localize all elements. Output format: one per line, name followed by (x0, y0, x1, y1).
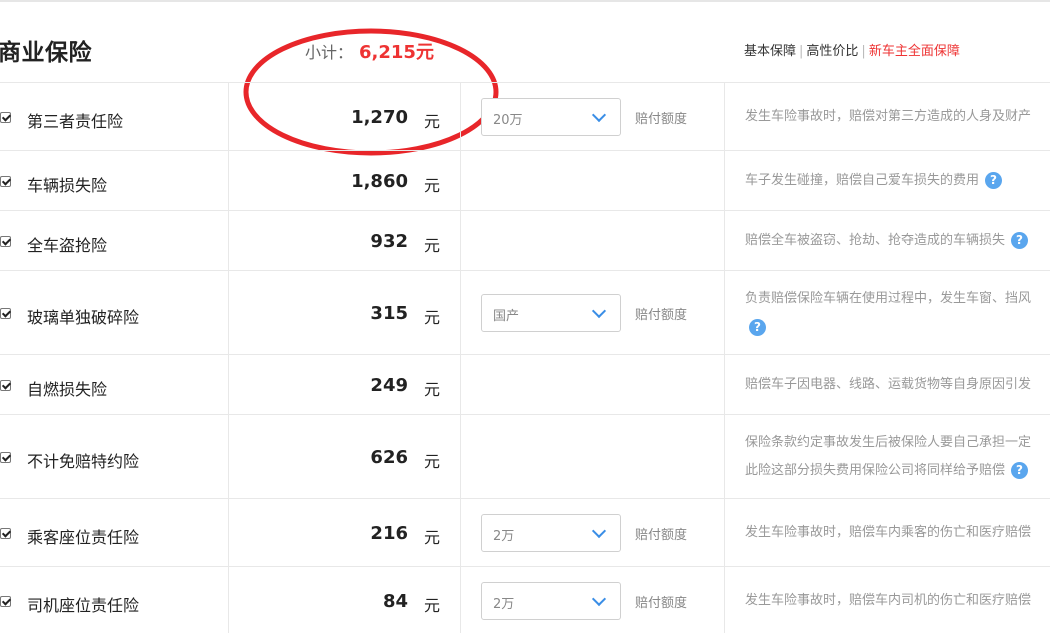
premium-amount: 1,860 (351, 171, 408, 192)
insurance-name: 玻璃单独破碎险 (27, 308, 140, 327)
coverage-label: 赔付额度 (635, 308, 688, 323)
plan-new-owner[interactable]: 新车主全面保障 (869, 44, 960, 59)
premium-amount: 1,270 (351, 107, 408, 128)
description-text: 赔偿全车被盗窃、抢劫、抢夺造成的车辆损失 (745, 233, 1006, 248)
row-checkbox[interactable] (0, 596, 11, 607)
coverage-select[interactable]: 2万 (481, 514, 621, 552)
subtotal-label: 小计： (305, 43, 354, 62)
subtotal-value: 6,215元 (359, 42, 434, 63)
table-row: 第三者责任险 1,270 元 20万 赔付额度 发生车险事故时，赔偿对第三方造成… (0, 82, 1050, 151)
description-text: 此险这部分损失费用保险公司将同样给予赔偿 (745, 463, 1006, 478)
insurance-name: 乘客座位责任险 (27, 528, 140, 547)
table-row: 司机座位责任险 84 元 2万 赔付额度 发生车险事故时，赔偿车内司机的伤亡和医… (0, 566, 1050, 634)
row-checkbox[interactable] (0, 308, 11, 319)
coverage-select[interactable]: 2万 (481, 582, 621, 620)
row-checkbox[interactable] (0, 176, 11, 187)
coverage-select-value: 国产 (493, 309, 520, 324)
chevron-down-icon (591, 523, 607, 539)
chevron-down-icon (591, 591, 607, 607)
table-row: 车辆损失险 1,860 元 车子发生碰撞，赔偿自己爱车损失的费用? (0, 150, 1050, 211)
insurance-name: 全车盗抢险 (27, 236, 108, 255)
coverage-select-value: 20万 (493, 113, 523, 128)
currency-unit: 元 (424, 236, 441, 255)
section-title: 商业保险 (0, 40, 92, 66)
row-checkbox[interactable] (0, 236, 11, 247)
premium-amount: 216 (370, 523, 408, 544)
coverage-label: 赔付额度 (635, 528, 688, 543)
table-row: 不计免赔特约险 626 元 保险条款约定事故发生后被保险人要自己承担一定 此险这… (0, 414, 1050, 499)
insurance-description: 发生车险事故时，赔偿对第三方造成的人身及财产 (745, 109, 1032, 124)
table-row: 乘客座位责任险 216 元 2万 赔付额度 发生车险事故时，赔偿车内乘客的伤亡和… (0, 498, 1050, 567)
description-text: 车子发生碰撞，赔偿自己爱车损失的费用 (745, 173, 980, 188)
premium-amount: 932 (370, 231, 408, 252)
currency-unit: 元 (424, 596, 441, 615)
insurance-name: 自燃损失险 (27, 380, 108, 399)
currency-unit: 元 (424, 528, 441, 547)
insurance-name: 不计免赔特约险 (27, 452, 140, 471)
chevron-down-icon (591, 107, 607, 123)
row-checkbox[interactable] (0, 528, 11, 539)
insurance-description: 保险条款约定事故发生后被保险人要自己承担一定 (745, 435, 1032, 450)
coverage-label: 赔付额度 (635, 112, 688, 127)
coverage-select[interactable]: 国产 (481, 294, 621, 332)
table-row: 自燃损失险 249 元 赔偿车子因电器、线路、运载货物等自身原因引发 (0, 354, 1050, 415)
insurance-description: 发生车险事故时，赔偿车内司机的伤亡和医疗赔偿 (745, 593, 1032, 608)
premium-amount: 315 (370, 303, 408, 324)
insurance-description: 赔偿全车被盗窃、抢劫、抢夺造成的车辆损失? (745, 227, 1029, 255)
currency-unit: 元 (424, 176, 441, 195)
coverage-select-value: 2万 (493, 597, 515, 612)
insurance-description: 车子发生碰撞，赔偿自己爱车损失的费用? (745, 167, 1003, 195)
top-border (0, 0, 1050, 2)
row-checkbox[interactable] (0, 380, 11, 391)
help-icon[interactable]: ? (1011, 462, 1029, 479)
coverage-select[interactable]: 20万 (481, 98, 621, 136)
currency-unit: 元 (424, 380, 441, 399)
insurance-description: 赔偿车子因电器、线路、运载货物等自身原因引发 (745, 377, 1032, 392)
table-row: 全车盗抢险 932 元 赔偿全车被盗窃、抢劫、抢夺造成的车辆损失? (0, 210, 1050, 271)
subtotal: 小计： 6,215元 (305, 38, 434, 64)
coverage-select-value: 2万 (493, 529, 515, 544)
coverage-label: 赔付额度 (635, 596, 688, 611)
insurance-name: 第三者责任险 (27, 112, 124, 131)
chevron-down-icon (591, 303, 607, 319)
premium-amount: 626 (370, 447, 408, 468)
premium-amount: 84 (382, 591, 408, 612)
insurance-description: 发生车险事故时，赔偿车内乘客的伤亡和医疗赔偿 (745, 525, 1032, 540)
insurance-name: 车辆损失险 (27, 176, 108, 195)
insurance-description-line2: 此险这部分损失费用保险公司将同样给予赔偿? (745, 457, 1029, 485)
currency-unit: 元 (424, 308, 441, 327)
help-icon[interactable]: ? (749, 319, 766, 336)
help-icon[interactable]: ? (985, 172, 1003, 189)
table-row: 玻璃单独破碎险 315 元 国产 赔付额度 负责赔偿保险车辆在使用过程中，发生车… (0, 270, 1050, 355)
insurance-description: 负责赔偿保险车辆在使用过程中，发生车窗、挡风 (745, 291, 1032, 306)
currency-unit: 元 (424, 112, 441, 131)
premium-amount: 249 (370, 375, 408, 396)
currency-unit: 元 (424, 452, 441, 471)
help-icon[interactable]: ? (1011, 232, 1029, 249)
plan-tabs: 基本保障 | 高性价比 | 新车主全面保障 (744, 44, 960, 59)
row-checkbox[interactable] (0, 112, 11, 123)
insurance-name: 司机座位责任险 (27, 596, 140, 615)
plan-basic[interactable]: 基本保障 (744, 44, 796, 59)
row-checkbox[interactable] (0, 452, 11, 463)
plan-value[interactable]: 高性价比 (806, 44, 858, 59)
